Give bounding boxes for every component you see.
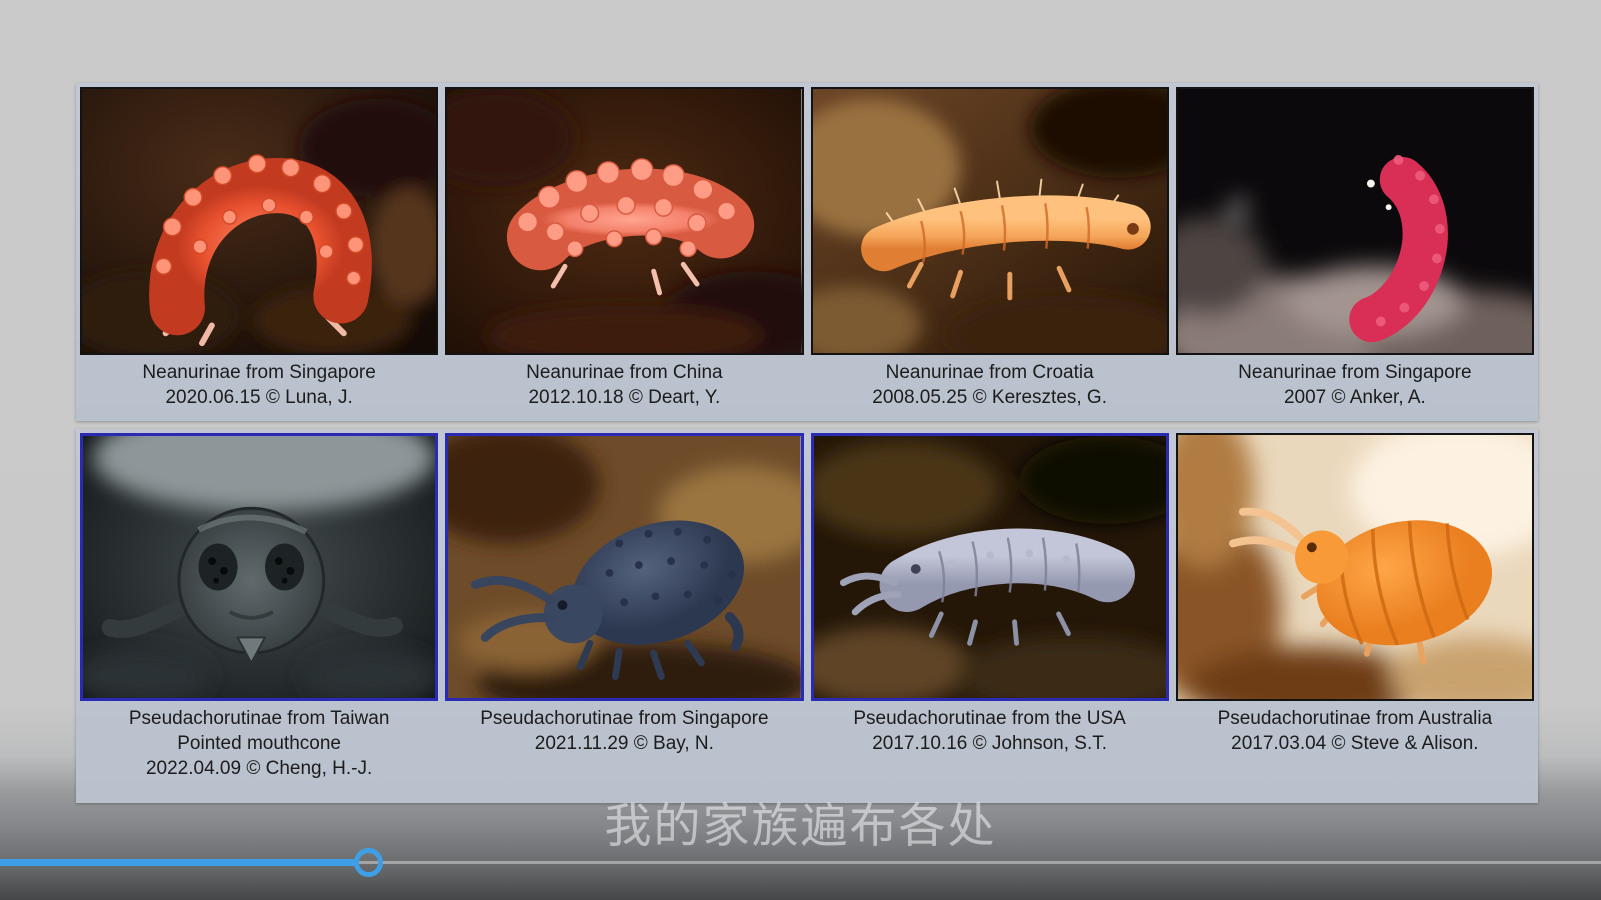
photo-card: Pseudachorutinae from Taiwan Pointed mou…: [80, 433, 438, 781]
photo-neanurinae-china: [445, 87, 803, 355]
photo-credit: 2017.03.04 © Steve & Alison.: [1178, 731, 1532, 756]
video-frame[interactable]: Neanurinae from Singapore 2020.06.15 © L…: [0, 0, 1601, 900]
springtail-photo-illustration: [1178, 89, 1532, 353]
photo-card: Pseudachorutinae from Australia 2017.03.…: [1176, 433, 1534, 781]
photo-pseudachorutinae-singapore: [445, 433, 803, 701]
photo-neanurinae-singapore-red: [80, 87, 438, 355]
springtail-photo-illustration: [813, 89, 1167, 353]
photo-note: Pointed mouthcone: [82, 731, 436, 756]
photo-pseudachorutinae-taiwan: [80, 433, 438, 701]
springtail-photo-illustration: [82, 89, 436, 353]
progress-knob[interactable]: [354, 848, 383, 877]
photo-card: Neanurinae from Croatia 2008.05.25 © Ker…: [811, 87, 1169, 410]
springtail-photo-illustration: [448, 436, 800, 698]
photo-card: Pseudachorutinae from the USA 2017.10.16…: [811, 433, 1169, 781]
photo-credit: 2012.10.18 © Deart, Y.: [447, 385, 801, 410]
photo-grid-row-neanurinae: Neanurinae from Singapore 2020.06.15 © L…: [76, 83, 1538, 421]
photo-title: Pseudachorutinae from Taiwan: [82, 706, 436, 731]
video-subtitle: 我的家族遍布各处: [0, 797, 1601, 856]
photo-credit: 2007 © Anker, A.: [1178, 385, 1532, 410]
photo-neanurinae-croatia: [811, 87, 1169, 355]
photo-credit: 2022.04.09 © Cheng, H.-J.: [82, 756, 436, 781]
photo-card: Neanurinae from China 2012.10.18 © Deart…: [445, 87, 803, 410]
photo-pseudachorutinae-usa: [811, 433, 1169, 701]
photo-pseudachorutinae-australia: [1176, 433, 1534, 701]
springtail-photo-illustration: [447, 89, 801, 353]
photo-grid-row-pseudachorutinae: Pseudachorutinae from Taiwan Pointed mou…: [76, 429, 1538, 803]
photo-credit: 2020.06.15 © Luna, J.: [82, 385, 436, 410]
photo-credit: 2021.11.29 © Bay, N.: [447, 731, 801, 756]
photo-credit: 2017.10.16 © Johnson, S.T.: [813, 731, 1167, 756]
photo-neanurinae-singapore-crimson: [1176, 87, 1534, 355]
photo-title: Neanurinae from Singapore: [82, 360, 436, 385]
photo-card: Neanurinae from Singapore 2007 © Anker, …: [1176, 87, 1534, 410]
photo-title: Neanurinae from China: [447, 360, 801, 385]
progress-fill: [0, 859, 355, 866]
photo-title: Pseudachorutinae from Singapore: [447, 706, 801, 731]
photo-title: Pseudachorutinae from Australia: [1178, 706, 1532, 731]
springtail-photo-illustration: [1178, 435, 1532, 699]
photo-card: Neanurinae from Singapore 2020.06.15 © L…: [80, 87, 438, 410]
photo-title: Pseudachorutinae from the USA: [813, 706, 1167, 731]
springtail-photo-illustration: [814, 436, 1166, 698]
photo-card: Pseudachorutinae from Singapore 2021.11.…: [445, 433, 803, 781]
photo-title: Neanurinae from Croatia: [813, 360, 1167, 385]
springtail-head-photo-illustration: [83, 436, 435, 698]
photo-title: Neanurinae from Singapore: [1178, 360, 1532, 385]
photo-credit: 2008.05.25 © Keresztes, G.: [813, 385, 1167, 410]
